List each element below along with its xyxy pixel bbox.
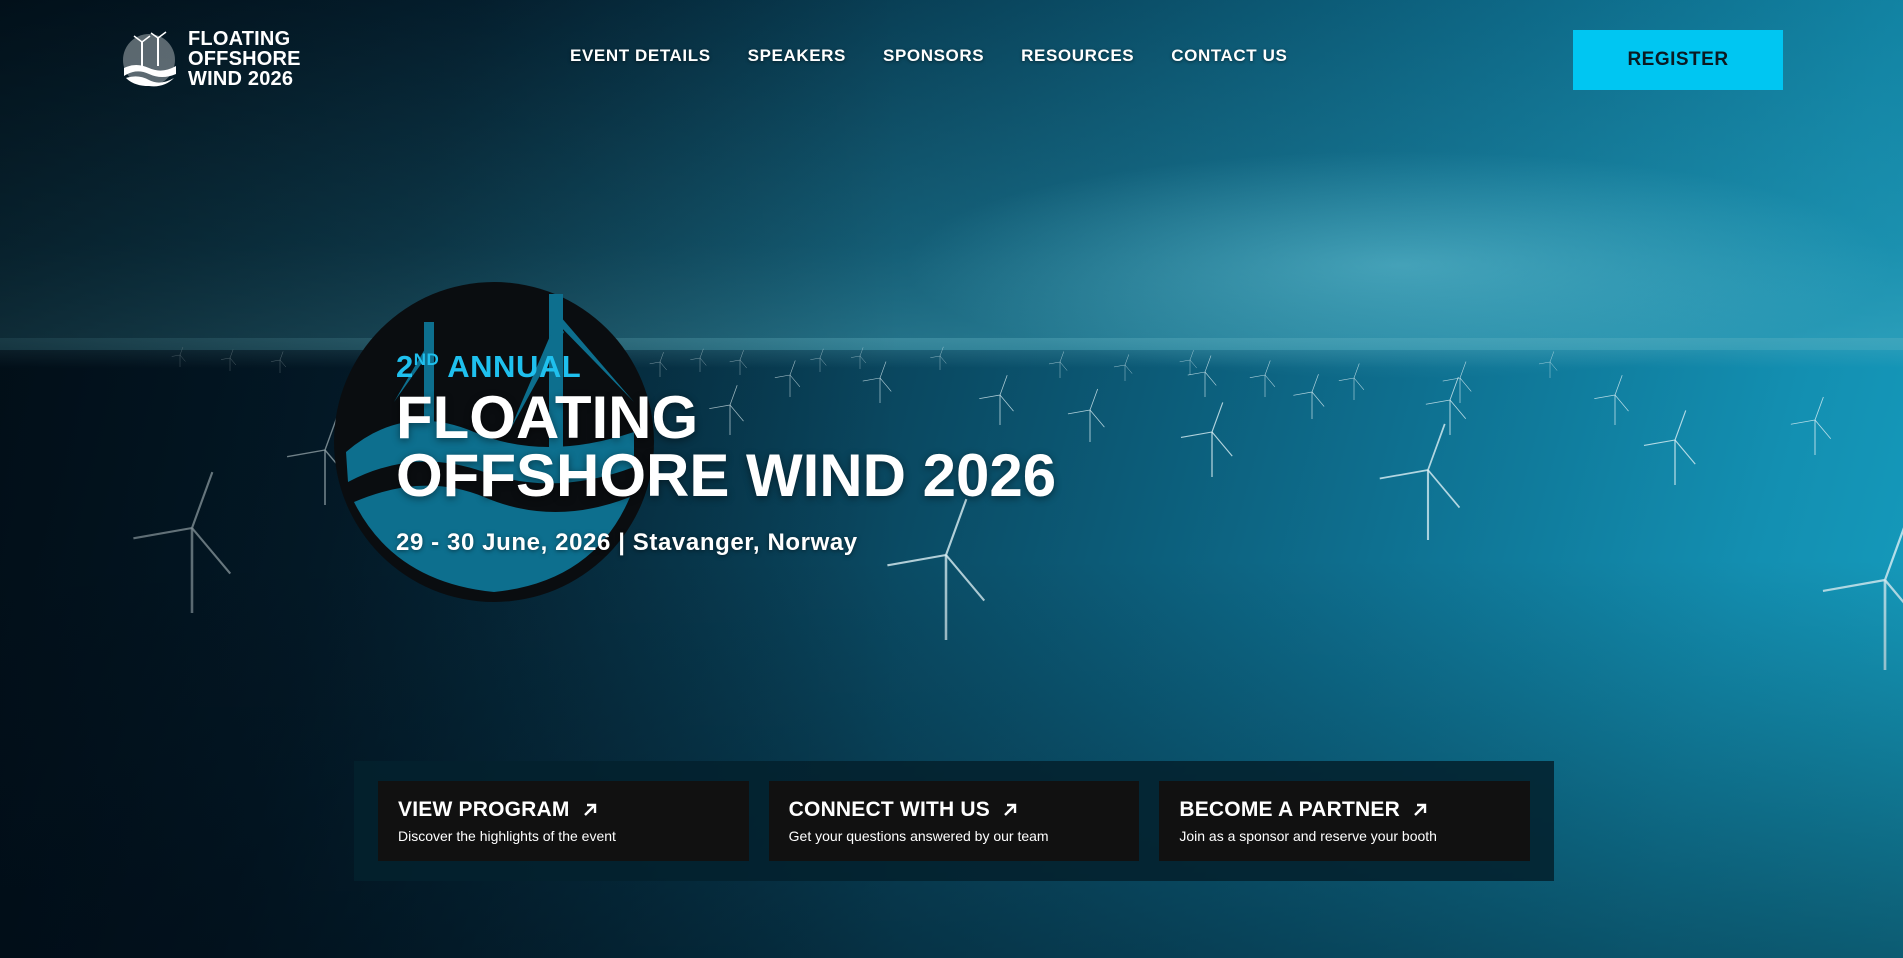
become-a-partner-title: BECOME A PARTNER (1179, 798, 1400, 821)
logo-line-1: FLOATING (188, 28, 291, 50)
nav-event-details[interactable]: EVENT DETAILS (570, 46, 711, 66)
logo-line-3: WIND 2026 (188, 68, 294, 90)
cta-panel: VIEW PROGRAM Discover the highlights of … (354, 761, 1554, 881)
logo-line-2: OFFSHORE (188, 48, 301, 70)
connect-with-us-title: CONNECT WITH US (788, 798, 990, 821)
view-program-desc: Discover the highlights of the event (398, 828, 616, 844)
arrow-up-right-icon (1414, 803, 1427, 816)
view-program-title: VIEW PROGRAM (398, 798, 570, 821)
cta-title: CONNECT WITH US (789, 798, 1120, 822)
cta-title: VIEW PROGRAM (398, 798, 729, 822)
logo-text: FLOATING OFFSHORE WIND 2026 (188, 29, 301, 89)
connect-with-us-card[interactable]: CONNECT WITH US Get your questions answe… (768, 781, 1140, 861)
become-a-partner-card[interactable]: BECOME A PARTNER Join as a sponsor and r… (1159, 781, 1531, 861)
hero-date-location: 29 - 30 June, 2026 | Stavanger, Norway (396, 529, 858, 556)
view-program-card[interactable]: VIEW PROGRAM Discover the highlights of … (378, 781, 749, 861)
hero-text: 2ND ANNUAL FLOATING OFFSHORE WIND 2026 2… (396, 342, 1056, 557)
register-button[interactable]: REGISTER (1573, 30, 1783, 90)
annual-word: ANNUAL (447, 349, 582, 384)
become-a-partner-desc: Join as a sponsor and reserve your booth (1179, 828, 1437, 844)
annual-suffix: ND (413, 350, 440, 369)
nav-contact-us[interactable]: CONTACT US (1171, 46, 1287, 66)
site-header: FLOATING OFFSHORE WIND 2026 EVENT DETAIL… (0, 0, 1903, 100)
main-nav: EVENT DETAILS SPEAKERS SPONSORS RESOURCE… (570, 46, 1287, 66)
nav-resources[interactable]: RESOURCES (1021, 46, 1134, 66)
arrow-up-right-icon (1004, 803, 1017, 816)
site-logo[interactable]: FLOATING OFFSHORE WIND 2026 (122, 28, 301, 90)
hero-title-line-1: FLOATING (396, 384, 699, 451)
cta-title: BECOME A PARTNER (1179, 798, 1510, 822)
bottom-shade (0, 560, 1903, 958)
hero-page: FLOATING OFFSHORE WIND 2026 EVENT DETAIL… (0, 0, 1903, 958)
nav-speakers[interactable]: SPEAKERS (748, 46, 846, 66)
hero-annual-label: 2ND ANNUAL (396, 342, 1056, 385)
turbine-wave-logo-icon (123, 31, 176, 87)
hero-title: FLOATING OFFSHORE WIND 2026 (396, 384, 1057, 509)
nav-sponsors[interactable]: SPONSORS (883, 46, 984, 66)
annual-number: 2 (396, 349, 414, 384)
hero-title-line-2: OFFSHORE WIND 2026 (396, 442, 1057, 509)
connect-with-us-desc: Get your questions answered by our team (788, 828, 1049, 844)
arrow-up-right-icon (583, 803, 596, 816)
